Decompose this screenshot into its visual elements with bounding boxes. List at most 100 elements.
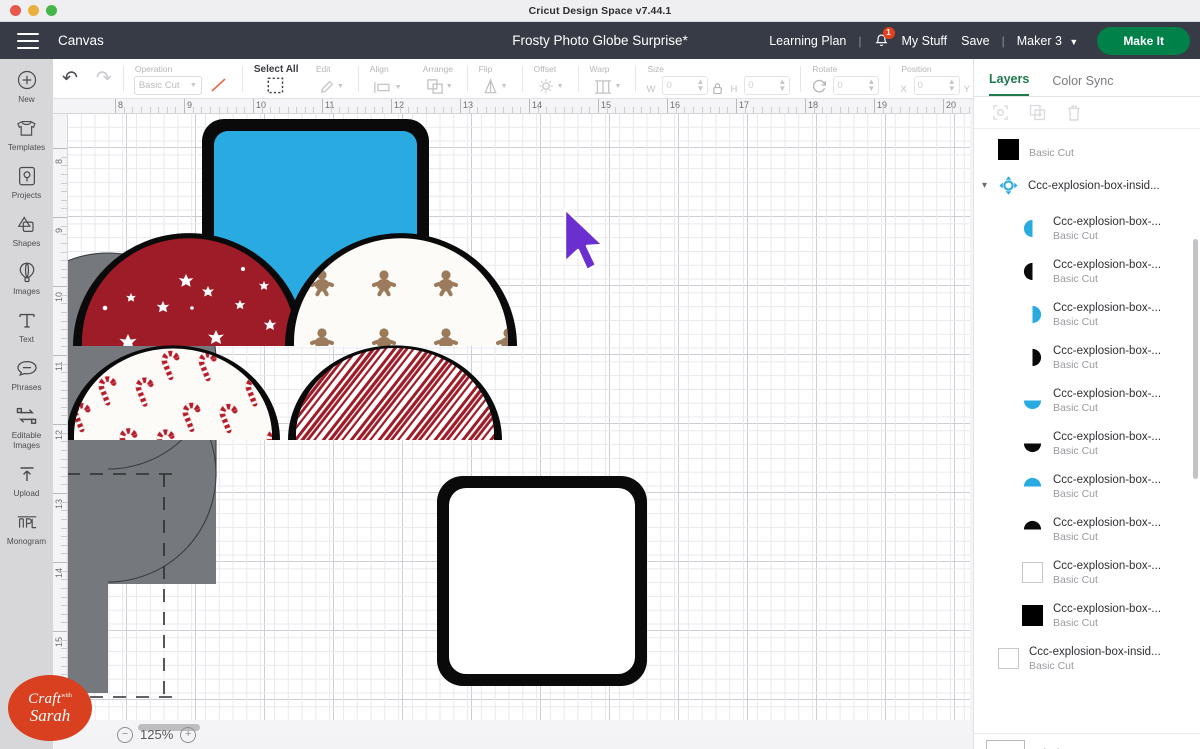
rail-item-new[interactable]: New xyxy=(0,67,53,105)
stepper-icon[interactable]: ▲▼ xyxy=(778,78,786,92)
delete-trash-icon[interactable] xyxy=(1066,104,1082,122)
layer-row[interactable]: Ccc-explosion-box-...Basic Cut xyxy=(974,379,1200,422)
make-it-button[interactable]: Make It xyxy=(1097,27,1190,55)
tab-layers[interactable]: Layers xyxy=(989,72,1029,96)
rail-label: Editable Images xyxy=(0,431,53,451)
logo-with-text: with xyxy=(61,693,72,699)
stepper-icon[interactable]: ▲▼ xyxy=(948,78,956,92)
height-input[interactable]: 0 ▲▼ xyxy=(744,76,790,95)
rail-item-text[interactable]: Text xyxy=(0,307,53,345)
layer-row[interactable]: Ccc-explosion-box-insid...Basic Cut xyxy=(974,637,1200,680)
edit-button[interactable]: ▼ xyxy=(315,79,348,95)
rail-item-projects[interactable]: Projects xyxy=(0,163,53,201)
ruler-minor-tick xyxy=(503,107,504,114)
rail-item-monogram[interactable]: Monogram xyxy=(0,509,53,547)
canvas-label[interactable]: Canvas xyxy=(58,33,104,48)
align-button[interactable]: ▼ xyxy=(369,80,406,95)
rail-item-templates[interactable]: Templates xyxy=(0,115,53,153)
layer-row[interactable]: Ccc-explosion-box-...Basic Cut xyxy=(974,508,1200,551)
ruler-minor-tick xyxy=(848,107,849,114)
ruler-label: 8 xyxy=(118,100,123,110)
rotate-input[interactable]: 0 ▲▼ xyxy=(833,76,879,95)
layer-row[interactable]: Ccc-explosion-box-...Basic Cut xyxy=(974,250,1200,293)
ruler-minor-tick xyxy=(400,107,401,114)
machine-selector[interactable]: Maker 3 ▼ xyxy=(1010,34,1086,48)
offset-button[interactable]: ▼ xyxy=(533,78,568,95)
ruler-minor-tick xyxy=(61,459,68,460)
minus-circle-icon[interactable]: − xyxy=(117,727,133,743)
ruler-minor-tick xyxy=(546,107,547,114)
ruler-tick xyxy=(53,355,68,356)
layer-row[interactable]: Ccc-explosion-box-...Basic Cut xyxy=(974,465,1200,508)
layer-row[interactable]: Ccc-explosion-box-...Basic Cut xyxy=(974,293,1200,336)
ruler-minor-tick xyxy=(753,107,754,114)
hot-air-balloon-icon xyxy=(14,259,40,285)
learning-plan-link[interactable]: Learning Plan xyxy=(762,34,853,48)
layer-swatch xyxy=(1022,562,1043,583)
hamburger-menu-icon[interactable] xyxy=(17,33,39,49)
ruler-minor-tick xyxy=(969,107,970,114)
rail-item-phrases[interactable]: Phrases xyxy=(0,355,53,393)
ruler-minor-tick xyxy=(124,107,125,114)
layer-row[interactable]: Ccc-explosion-box-...Basic Cut xyxy=(974,207,1200,250)
ruler-minor-tick xyxy=(61,364,68,365)
notifications-bell-icon[interactable]: 1 xyxy=(871,30,893,52)
ruler-minor-tick xyxy=(934,107,935,114)
layer-row[interactable]: ▾Ccc-explosion-box-insid... xyxy=(974,164,1200,207)
layers-scrollbar-thumb[interactable] xyxy=(1193,239,1198,479)
rail-item-shapes[interactable]: Shapes xyxy=(0,211,53,249)
width-input[interactable]: 0 ▲▼ xyxy=(662,76,708,95)
position-x-input[interactable]: 0 ▲▼ xyxy=(914,76,960,95)
warp-button[interactable]: ▼ xyxy=(589,79,626,95)
toolbar-divider xyxy=(242,66,243,92)
layer-row[interactable]: Ccc-explosion-box-...Basic Cut xyxy=(974,130,1200,164)
blank-canvas-row[interactable]: Blank Canvas xyxy=(974,733,1200,749)
arrange-button[interactable]: ▼ xyxy=(422,78,457,95)
logo-craft-text: Craft xyxy=(28,691,61,707)
layer-row[interactable]: Ccc-explosion-box-...Basic Cut xyxy=(974,594,1200,637)
undo-button[interactable]: ↶ xyxy=(53,67,87,90)
ruler-minor-tick xyxy=(840,107,841,114)
layer-row[interactable]: Ccc-explosion-box-...Basic Cut xyxy=(974,336,1200,379)
group-icon[interactable] xyxy=(992,104,1009,121)
lock-aspect-icon[interactable] xyxy=(712,82,723,95)
ruler-tick xyxy=(184,99,185,114)
layer-text: Ccc-explosion-box-...Basic Cut xyxy=(1053,430,1161,458)
rotate-icon[interactable] xyxy=(811,78,828,95)
plus-circle-icon[interactable]: + xyxy=(180,727,196,743)
ruler-tick xyxy=(53,217,68,218)
layers-list[interactable]: Ccc-explosion-box-...Basic Cut▾Ccc-explo… xyxy=(974,130,1200,733)
ruler-minor-tick xyxy=(477,107,478,114)
rail-item-editable-images[interactable]: Editable Images xyxy=(0,403,53,451)
design-canvas[interactable] xyxy=(68,114,970,720)
ruler-minor-tick xyxy=(236,107,237,114)
select-all-icon[interactable] xyxy=(266,76,285,95)
chevron-down-icon[interactable]: ▾ xyxy=(982,180,996,191)
edit-caption: Edit xyxy=(316,64,331,74)
save-button[interactable]: Save xyxy=(954,34,997,48)
ruler-minor-tick xyxy=(365,107,366,114)
layer-swatch xyxy=(998,139,1019,160)
layer-row[interactable]: Ccc-explosion-box-...Basic Cut xyxy=(974,422,1200,465)
flip-button[interactable]: ▼ xyxy=(478,78,512,95)
operation-line-preview[interactable] xyxy=(206,76,232,95)
ruler-minor-tick xyxy=(417,107,418,114)
ruler-minor-tick xyxy=(451,107,452,114)
rail-item-upload[interactable]: Upload xyxy=(0,461,53,499)
ruler-minor-tick xyxy=(279,107,280,114)
tab-color-sync[interactable]: Color Sync xyxy=(1052,74,1113,96)
operation-select[interactable]: Basic Cut ▼ xyxy=(134,76,202,95)
redo-button[interactable]: ↷ xyxy=(87,67,121,90)
rail-item-images[interactable]: Images xyxy=(0,259,53,297)
upload-arrow-icon xyxy=(14,461,40,487)
duplicate-icon[interactable] xyxy=(1029,104,1046,121)
purple-arrow-cursor xyxy=(565,209,603,270)
size-caption: Size xyxy=(647,64,664,74)
layer-row[interactable]: Ccc-explosion-box-...Basic Cut xyxy=(974,551,1200,594)
stepper-icon[interactable]: ▲▼ xyxy=(697,78,705,92)
stepper-icon[interactable]: ▲▼ xyxy=(867,78,875,92)
layer-swatch xyxy=(1022,261,1043,282)
ruler-minor-tick xyxy=(693,107,694,114)
my-stuff-link[interactable]: My Stuff xyxy=(895,34,955,48)
window-title: Cricut Design Space v7.44.1 xyxy=(0,5,1200,17)
